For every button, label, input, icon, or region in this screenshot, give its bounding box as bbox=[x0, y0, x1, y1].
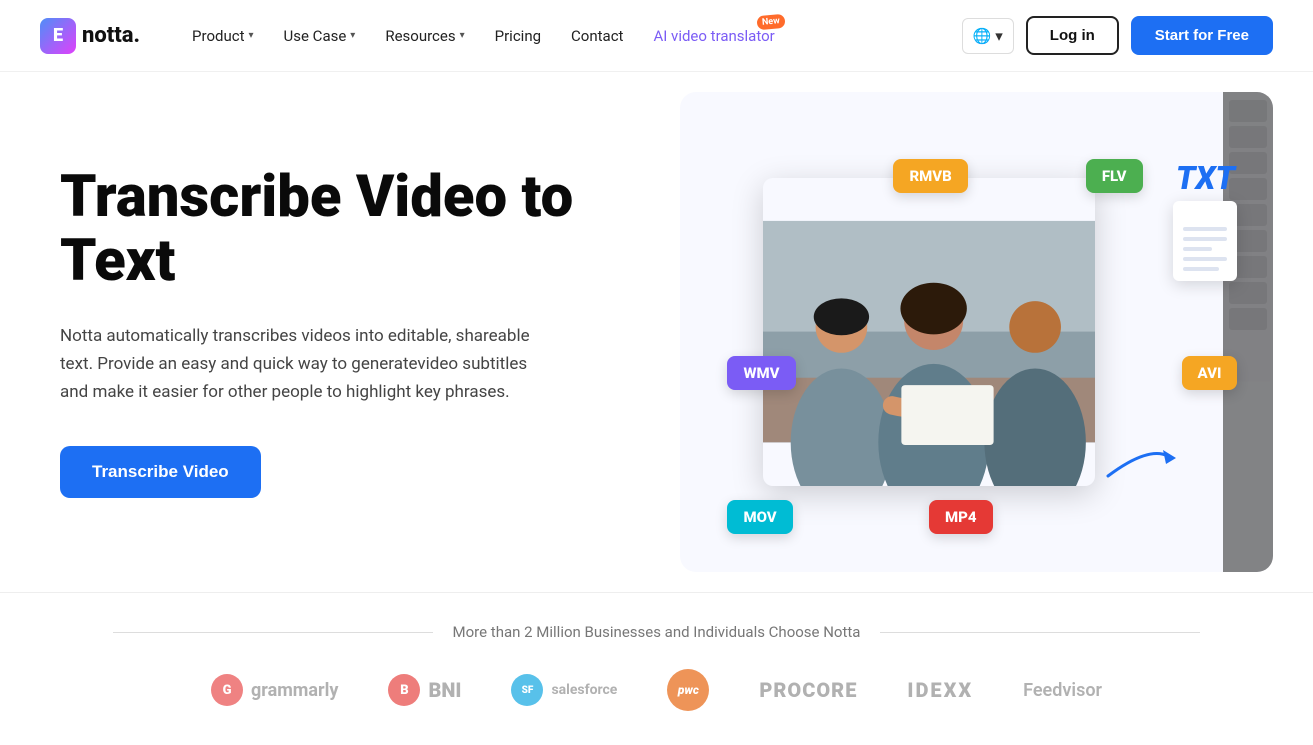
logo-salesforce: SF salesforce bbox=[511, 674, 617, 706]
logo-bni: B BNI bbox=[388, 674, 461, 706]
nav-product[interactable]: Product ▾ bbox=[180, 19, 265, 53]
txt-label: TXT bbox=[1176, 159, 1235, 197]
format-tag-rmvb: RMVB bbox=[893, 159, 967, 193]
logo-grammarly: G grammarly bbox=[211, 674, 338, 706]
nav-ai-translator[interactable]: AI video translator New bbox=[641, 19, 786, 53]
chevron-down-icon: ▾ bbox=[249, 30, 254, 41]
arrow-icon bbox=[1098, 436, 1178, 486]
logo[interactable]: E notta. bbox=[40, 18, 140, 54]
nav-resources[interactable]: Resources ▾ bbox=[373, 19, 476, 53]
chevron-down-icon: ▾ bbox=[350, 30, 355, 41]
nav-links: Product ▾ Use Case ▾ Resources ▾ Pricing… bbox=[180, 19, 962, 53]
hero-illustration: WMV RMVB FLV AVI MOV MP4 TXT bbox=[680, 92, 1273, 572]
logo-feedvisor: Feedvisor bbox=[1023, 680, 1102, 701]
chevron-down-icon: ▾ bbox=[995, 27, 1003, 45]
nav-right: 🌐 ▾ Log in Start for Free bbox=[962, 16, 1273, 55]
nav-use-case[interactable]: Use Case ▾ bbox=[272, 19, 368, 53]
nav-pricing[interactable]: Pricing bbox=[483, 19, 553, 53]
format-tag-mov: MOV bbox=[727, 500, 792, 534]
navbar: E notta. Product ▾ Use Case ▾ Resources … bbox=[0, 0, 1313, 72]
company-logos-row: G grammarly B BNI SF salesforce pwc PROC… bbox=[40, 669, 1273, 711]
logo-pwc: pwc bbox=[667, 669, 709, 711]
people-image bbox=[763, 178, 1095, 485]
format-tag-flv: FLV bbox=[1086, 159, 1143, 193]
hero-section: Transcribe Video to Text Notta automatic… bbox=[0, 72, 1313, 592]
hero-title: Transcribe Video to Text bbox=[60, 166, 640, 294]
social-proof-section: More than 2 Million Businesses and Indiv… bbox=[0, 592, 1313, 731]
txt-output: TXT bbox=[1173, 159, 1237, 281]
format-tag-mp4: MP4 bbox=[929, 500, 993, 534]
logo-icon: E bbox=[40, 18, 76, 54]
video-illustration: WMV RMVB FLV AVI MOV MP4 TXT bbox=[680, 92, 1273, 572]
login-button[interactable]: Log in bbox=[1026, 16, 1119, 55]
social-proof-tagline: More than 2 Million Businesses and Indiv… bbox=[40, 623, 1273, 641]
logo-text: notta. bbox=[82, 23, 140, 48]
transcribe-video-button[interactable]: Transcribe Video bbox=[60, 446, 261, 498]
hero-description: Notta automatically transcribes videos i… bbox=[60, 322, 540, 406]
logo-procore: PROCORE bbox=[759, 678, 857, 702]
globe-icon: 🌐 bbox=[973, 27, 992, 45]
logo-idexx: IDEXX bbox=[907, 678, 973, 702]
chevron-down-icon: ▾ bbox=[460, 30, 465, 41]
new-badge: New bbox=[756, 13, 785, 29]
hero-left: Transcribe Video to Text Notta automatic… bbox=[60, 72, 640, 592]
nav-contact[interactable]: Contact bbox=[559, 19, 635, 53]
language-selector[interactable]: 🌐 ▾ bbox=[962, 18, 1014, 54]
start-free-button[interactable]: Start for Free bbox=[1131, 16, 1273, 55]
format-tag-avi: AVI bbox=[1182, 356, 1238, 390]
format-tag-wmv: WMV bbox=[727, 356, 795, 390]
txt-document bbox=[1173, 201, 1237, 281]
